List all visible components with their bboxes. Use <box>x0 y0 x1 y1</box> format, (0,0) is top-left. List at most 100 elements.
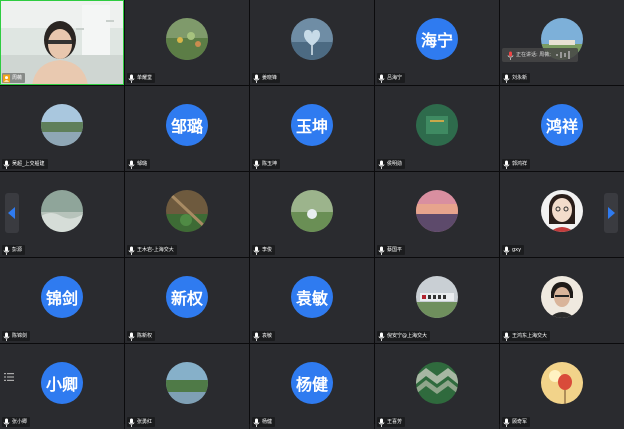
participant-tile[interactable]: 海宁 吕海宁 <box>375 0 499 85</box>
participant-nameplate: 王喜芳 <box>377 417 406 427</box>
chevron-right-icon <box>608 207 615 219</box>
participant-tile[interactable]: 蔡国平 <box>375 172 499 257</box>
microphone-icon <box>128 332 135 341</box>
participant-tile[interactable]: 顾奇军 <box>500 344 624 429</box>
participant-tile[interactable]: 王喜芳 <box>375 344 499 429</box>
participant-tile[interactable]: 袁敏 袁敏 <box>250 258 374 343</box>
participant-tile[interactable]: 李俊 <box>250 172 374 257</box>
participant-name: 陈玉坤 <box>262 160 278 167</box>
participant-tile[interactable]: 新权 陈新权 <box>125 258 249 343</box>
video-grid: 周薇 单耀堂 姜晓锋 海宁 吕海宁 正在讲话: 周薇; 刘永新 吴超_上交船建 … <box>0 0 624 429</box>
participant-name: 李俊 <box>262 246 273 253</box>
avatar <box>541 361 583 404</box>
participant-name: 顾奇军 <box>512 418 528 425</box>
microphone-icon <box>253 418 260 427</box>
microphone-icon <box>253 332 260 341</box>
participant-tile[interactable]: 正在讲话: 周薇; 刘永新 <box>500 0 624 85</box>
participant-nameplate: 陈锦剑 <box>2 331 31 341</box>
participant-nameplate: 袁敏 <box>252 331 276 341</box>
participant-nameplate: 陈新权 <box>127 331 156 341</box>
speaking-indicator: 正在讲话: 周薇; <box>502 48 578 62</box>
participant-tile[interactable]: 王木岩-上海交大 <box>125 172 249 257</box>
microphone-icon <box>378 74 385 83</box>
avatar <box>416 275 458 318</box>
participant-nameplate: 张小卿 <box>2 417 31 427</box>
participant-tile[interactable]: 倪安宁@上海交大 <box>375 258 499 343</box>
user-icon <box>3 74 10 82</box>
participant-tile[interactable]: 鸿祥 郭鸿祥 <box>500 86 624 171</box>
microphone-icon <box>253 160 260 169</box>
participant-name: 侯明勋 <box>387 160 403 167</box>
participant-name: 张勇红 <box>137 418 153 425</box>
avatar-initials: 小卿 <box>41 361 83 404</box>
participant-tile[interactable]: 玉坤 陈玉坤 <box>250 86 374 171</box>
participant-name: 张小卿 <box>12 418 28 425</box>
audio-wave-icon <box>555 51 570 59</box>
list-icon[interactable] <box>4 372 14 382</box>
participant-nameplate: 顾奇军 <box>502 417 531 427</box>
participant-nameplate: 周薇 <box>2 73 26 83</box>
participant-tile[interactable]: 单耀堂 <box>125 0 249 85</box>
participant-tile[interactable]: 姜晓锋 <box>250 0 374 85</box>
avatar <box>541 275 583 318</box>
participant-name: 陈锦剑 <box>12 332 28 339</box>
avatar <box>291 17 333 60</box>
participant-name: 蔡国平 <box>387 246 403 253</box>
participant-tile[interactable]: 杨健 杨健 <box>250 344 374 429</box>
microphone-icon <box>507 51 514 60</box>
participant-nameplate: 吕海宁 <box>377 73 406 83</box>
next-page-button[interactable] <box>604 193 618 233</box>
participant-name: 倪安宁@上海交大 <box>387 332 428 339</box>
participant-name: 郭鸿祥 <box>512 160 528 167</box>
participant-tile[interactable]: 邹璐 邹璐 <box>125 86 249 171</box>
avatar-initials: 杨健 <box>291 361 333 404</box>
participant-tile[interactable]: 王鸿东上海交大 <box>500 258 624 343</box>
participant-name: 陈新权 <box>137 332 153 339</box>
microphone-icon <box>3 246 10 255</box>
avatar <box>41 189 83 232</box>
microphone-icon <box>128 418 135 427</box>
participant-tile[interactable]: 周薇 <box>0 0 124 85</box>
participant-tile[interactable]: 小卿 张小卿 <box>0 344 124 429</box>
avatar-initials: 袁敏 <box>291 275 333 318</box>
avatar-initials: 鸿祥 <box>541 103 583 146</box>
participant-nameplate: 邹璐 <box>127 159 151 169</box>
participant-nameplate: 郭鸿祥 <box>502 159 531 169</box>
avatar-initials: 新权 <box>166 275 208 318</box>
avatar <box>166 17 208 60</box>
participant-name: 王喜芳 <box>387 418 403 425</box>
participant-tile[interactable]: 张勇红 <box>125 344 249 429</box>
microphone-icon <box>128 74 135 83</box>
participant-nameplate: 张勇红 <box>127 417 156 427</box>
participant-nameplate: 姜晓锋 <box>252 73 281 83</box>
participant-name: gxy <box>512 246 522 253</box>
microphone-icon <box>378 418 385 427</box>
microphone-icon <box>503 332 510 341</box>
chevron-left-icon <box>8 207 15 219</box>
microphone-icon <box>503 246 510 255</box>
participant-nameplate: 彭源 <box>2 245 26 255</box>
participant-nameplate: 杨健 <box>252 417 276 427</box>
participant-name: 王鸿东上海交大 <box>512 332 548 339</box>
participant-nameplate: 王木岩-上海交大 <box>127 245 177 255</box>
avatar <box>166 361 208 404</box>
participant-tile[interactable]: 锦剑 陈锦剑 <box>0 258 124 343</box>
previous-page-button[interactable] <box>5 193 19 233</box>
microphone-icon <box>3 160 10 169</box>
participant-name: 邹璐 <box>137 160 148 167</box>
microphone-icon <box>503 160 510 169</box>
participant-tile[interactable]: 吴超_上交船建 <box>0 86 124 171</box>
avatar-initials: 邹璐 <box>166 103 208 146</box>
participant-tile[interactable]: 侯明勋 <box>375 86 499 171</box>
avatar <box>291 189 333 232</box>
participant-name: 袁敏 <box>262 332 273 339</box>
participant-nameplate: 侯明勋 <box>377 159 406 169</box>
avatar-initials: 玉坤 <box>291 103 333 146</box>
avatar <box>541 189 583 232</box>
speaking-label: 正在讲话: 周薇; <box>516 51 551 58</box>
participant-nameplate: 刘永新 <box>502 73 531 83</box>
microphone-icon <box>378 332 385 341</box>
participant-nameplate: 蔡国平 <box>377 245 406 255</box>
microphone-icon <box>253 246 260 255</box>
participant-nameplate: 陈玉坤 <box>252 159 281 169</box>
